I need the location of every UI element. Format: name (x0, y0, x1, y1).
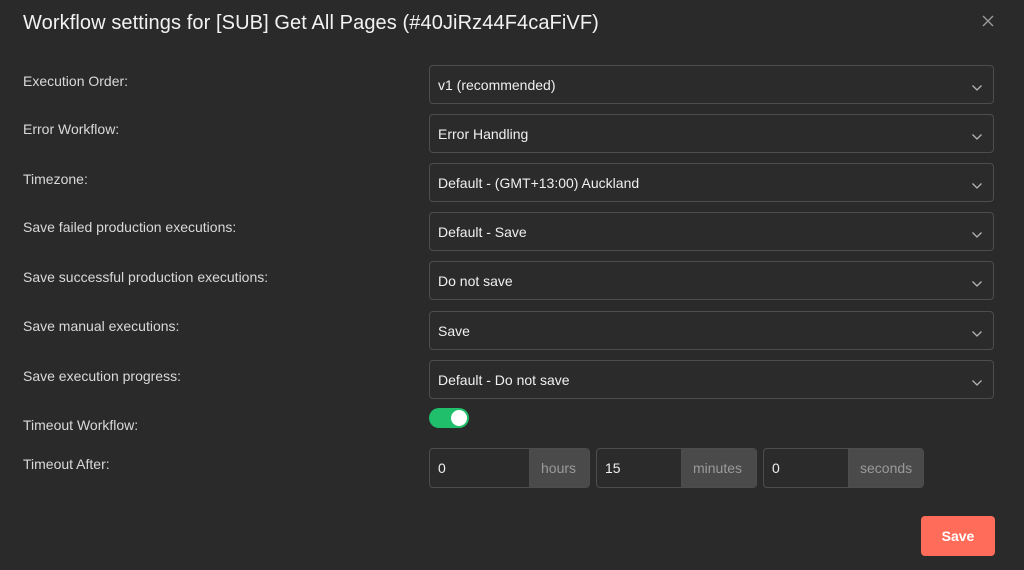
chevron-down-icon (971, 178, 983, 189)
error-workflow-value: Error Handling (438, 126, 529, 142)
timeout-minutes-field: 15 minutes (596, 448, 757, 488)
save-progress-value: Default - Do not save (438, 372, 570, 388)
workflow-settings-dialog: Workflow settings for [SUB] Get All Page… (0, 0, 1024, 570)
chevron-down-icon (971, 129, 983, 140)
save-manual-label: Save manual executions: (23, 318, 180, 334)
save-manual-select[interactable]: Save (429, 311, 994, 350)
error-workflow-select[interactable]: Error Handling (429, 114, 994, 153)
save-successful-label: Save successful production executions: (23, 269, 269, 285)
save-failed-label: Save failed production executions: (23, 219, 237, 235)
chevron-down-icon (971, 276, 983, 287)
execution-order-select[interactable]: v1 (recommended) (429, 65, 994, 104)
chevron-down-icon (971, 80, 983, 91)
chevron-down-icon (971, 227, 983, 238)
chevron-down-icon (971, 326, 983, 337)
timeout-minutes-unit: minutes (681, 449, 756, 487)
timezone-label: Timezone: (23, 171, 88, 187)
timeout-hours-unit: hours (529, 449, 589, 487)
save-successful-value: Do not save (438, 273, 513, 289)
timeout-hours-field: 0 hours (429, 448, 590, 488)
save-manual-value: Save (438, 323, 470, 339)
timeout-after-label: Timeout After: (23, 456, 110, 472)
error-workflow-label: Error Workflow: (23, 121, 120, 137)
timezone-select[interactable]: Default - (GMT+13:00) Auckland (429, 163, 994, 202)
timeout-hours-input[interactable]: 0 (430, 449, 529, 487)
timeout-workflow-label: Timeout Workflow: (23, 417, 139, 433)
save-progress-label: Save execution progress: (23, 368, 181, 384)
close-button[interactable] (979, 12, 997, 30)
save-failed-select[interactable]: Default - Save (429, 212, 994, 251)
dialog-title: Workflow settings for [SUB] Get All Page… (23, 12, 599, 34)
timeout-seconds-unit: seconds (848, 449, 923, 487)
close-icon (979, 12, 997, 30)
timeout-seconds-field: 0 seconds (763, 448, 924, 488)
save-progress-select[interactable]: Default - Do not save (429, 360, 994, 399)
execution-order-value: v1 (recommended) (438, 77, 556, 93)
timezone-value: Default - (GMT+13:00) Auckland (438, 175, 640, 191)
chevron-down-icon (971, 375, 983, 386)
execution-order-label: Execution Order: (23, 73, 129, 89)
save-button[interactable]: Save (921, 516, 995, 556)
toggle-knob (451, 410, 467, 426)
timeout-minutes-input[interactable]: 15 (597, 449, 681, 487)
save-failed-value: Default - Save (438, 224, 527, 240)
timeout-seconds-input[interactable]: 0 (764, 449, 848, 487)
save-successful-select[interactable]: Do not save (429, 261, 994, 300)
timeout-workflow-toggle[interactable] (429, 408, 469, 428)
